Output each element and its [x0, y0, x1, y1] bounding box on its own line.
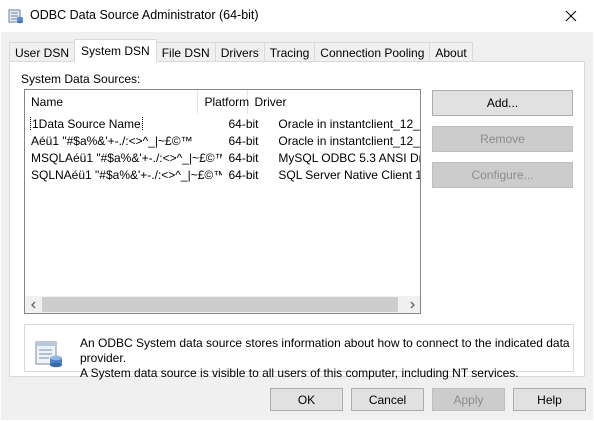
dsn-driver: Oracle in instantclient_12_2 [278, 133, 420, 148]
system-data-sources-label: System Data Sources: [21, 72, 141, 86]
add-button[interactable]: Add... [432, 90, 573, 116]
list-header: Name Platform Driver [25, 90, 420, 114]
chevron-left-icon [30, 301, 35, 308]
list-item[interactable]: SQLNAéü1 "#$a%&'+-./:<>^_|~£©™读 64-bit S… [25, 166, 420, 183]
info-line-1: An ODBC System data source stores inform… [80, 336, 570, 365]
ok-button[interactable]: OK [270, 388, 343, 411]
cancel-button[interactable]: Cancel [351, 388, 424, 411]
list-item[interactable]: MSQLAéü1 "#$a%&'+-./:<>^_|~£©™读 64-bit M… [25, 149, 420, 166]
tab-strip: User DSN System DSN File DSN Drivers Tra… [9, 39, 473, 62]
apply-button[interactable]: Apply [432, 388, 505, 411]
data-sources-list[interactable]: Name Platform Driver 1Data Source Name 6… [24, 89, 421, 314]
dsn-platform: 64-bit [228, 116, 259, 131]
dsn-name: 1Data Source Name [30, 116, 143, 131]
dsn-name: Aéü1 "#$a%&'+-./:<>^_|~£©™ [31, 133, 193, 148]
dsn-name: SQLNAéü1 "#$a%&'+-./:<>^_|~£©™读 [31, 168, 223, 182]
scrollbar-thumb[interactable] [42, 297, 398, 312]
dsn-name: MSQLAéü1 "#$a%&'+-./:<>^_|~£©™读 [31, 151, 223, 165]
dialog-client-area: User DSN System DSN File DSN Drivers Tra… [1, 32, 593, 420]
configure-button[interactable]: Configure... [432, 162, 573, 188]
tab-user-dsn[interactable]: User DSN [9, 42, 76, 62]
scrollbar-track[interactable] [42, 296, 403, 313]
tab-system-dsn[interactable]: System DSN [74, 39, 157, 62]
window-title: ODBC Data Source Administrator (64-bit) [30, 8, 259, 22]
tab-file-dsn[interactable]: File DSN [155, 42, 216, 62]
remove-button[interactable]: Remove [432, 126, 573, 152]
help-button[interactable]: Help [513, 388, 586, 411]
tab-connection-pooling[interactable]: Connection Pooling [314, 42, 431, 62]
title-bar: ODBC Data Source Administrator (64-bit) [0, 0, 594, 32]
dsn-platform: 64-bit [228, 167, 259, 182]
system-dsn-panel: System Data Sources: Name Platform Drive… [9, 61, 585, 380]
scroll-right-button[interactable] [403, 296, 420, 313]
dsn-driver: Oracle in instantclient_12_2 [278, 116, 420, 131]
odbc-admin-icon [8, 8, 24, 24]
dsn-driver: MySQL ODBC 5.3 ANSI Driver [278, 150, 420, 165]
tab-drivers[interactable]: Drivers [214, 42, 265, 62]
info-text: An ODBC System data source stores inform… [80, 336, 570, 381]
database-list-icon [35, 341, 63, 369]
close-button[interactable] [548, 0, 594, 32]
list-rows: 1Data Source Name 64-bit Oracle in insta… [25, 115, 420, 183]
info-line-2: A System data source is visible to all u… [80, 366, 519, 380]
list-item[interactable]: 1Data Source Name 64-bit Oracle in insta… [25, 115, 420, 132]
info-box: An ODBC System data source stores inform… [24, 324, 574, 380]
chevron-right-icon [410, 301, 415, 308]
dsn-driver: SQL Server Native Client 11.0 [278, 167, 420, 182]
tab-tracing[interactable]: Tracing [263, 42, 316, 62]
scroll-left-button[interactable] [25, 296, 42, 313]
dsn-platform: 64-bit [228, 150, 259, 165]
close-icon [565, 10, 577, 22]
column-header-platform[interactable]: Platform [198, 90, 249, 114]
dsn-platform: 64-bit [228, 133, 259, 148]
tab-about[interactable]: About [429, 42, 473, 62]
column-header-driver[interactable]: Driver [248, 90, 420, 114]
horizontal-scrollbar[interactable] [25, 296, 420, 313]
list-item[interactable]: Aéü1 "#$a%&'+-./:<>^_|~£©™ 64-bit Oracle… [25, 132, 420, 149]
column-header-name[interactable]: Name [25, 90, 199, 114]
